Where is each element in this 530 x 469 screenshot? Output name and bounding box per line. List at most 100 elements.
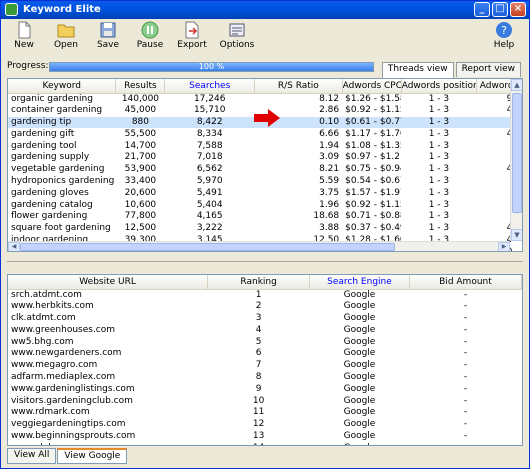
minimize-button[interactable]: _ [474,2,490,17]
keyword-row[interactable]: gardening supply 21,700 7,018 3.09 $0.97 - $… [8,152,522,164]
tab-threads-view[interactable]: Threads view [381,62,454,78]
help-button[interactable]: ? Help [489,19,519,55]
url-row[interactable]: www.beginningsprouts.com 13 Google - [8,431,522,443]
scroll-right-arrow[interactable]: ▶ [498,242,510,251]
url-cell: www.clubmom.com [8,442,208,445]
close-button[interactable]: × [510,2,526,17]
url-cell: Google [343,430,376,441]
col-keyword[interactable]: Keyword [8,79,117,94]
url-row[interactable]: www.newgardeners.com 6 Google - [8,348,522,360]
url-cell: 6 [255,348,262,359]
maximize-button[interactable]: □ [492,2,508,17]
floppy-icon [100,22,116,38]
panel-splitter[interactable] [7,261,523,265]
col-search-engine[interactable]: Search Engine [309,275,410,290]
scroll-thumb[interactable] [512,93,522,213]
url-cell: clk.atdmt.com [11,312,76,323]
url-row[interactable]: srch.atdmt.com 1 Google - [8,289,522,301]
options-icon [229,23,245,37]
keyword-row[interactable]: vegetable gardening 53,900 6,562 8.21 $0.75 … [8,164,522,176]
keyword-cell: 55,500 [124,128,157,139]
url-cell: www.beginningsprouts.com [11,430,136,441]
keyword-cell: 5,970 [196,175,223,186]
keyword-cell: $0.71 - $0.88 [345,211,402,222]
keyword-cell: hydroponics gardening [11,175,115,186]
keyword-row[interactable]: gardening tool 14,700 7,588 1.94 $1.08 - $1.… [8,140,522,152]
url-cell: Google [343,348,376,359]
col-searches[interactable]: Searches [164,79,256,94]
url-cell: srch.atdmt.com [11,289,82,300]
url-cell: ww5.bhg.com [11,336,74,347]
keyword-cell: vegetable gardening [11,164,105,175]
keyword-cell: 15,710 [193,105,226,116]
save-button[interactable]: Save [89,19,127,55]
url-cell: - [463,289,468,300]
url-cell: Google [343,360,376,371]
col-website-url[interactable]: Website URL [8,275,209,290]
url-row[interactable]: www.clubmom.com14Google- [8,442,522,445]
folder-icon [57,24,75,38]
col-bid-amount[interactable]: Bid Amount [409,275,522,290]
keyword-cell: gardening catalog [11,199,93,210]
tab-report-view[interactable]: Report view [455,62,521,77]
url-row[interactable]: adfarm.mediaplex.com 8 Google - [8,372,522,384]
url-row[interactable]: ww5.bhg.com 5 Google - [8,336,522,348]
col-adwords-position[interactable]: Adwords position [401,79,478,94]
keyword-row[interactable]: gardening catalog 10,600 5,404 1.96 $0.92 - … [8,199,522,211]
url-row[interactable]: visitors.gardeningclub.com 10 Google - [8,395,522,407]
keyword-cell: 5,404 [196,199,223,210]
red-arrow-icon [254,109,280,127]
keyword-cell: flower gardening [11,211,88,222]
keyword-cell: 1 - 3 [428,164,450,175]
url-row[interactable]: www.herbkits.com 2 Google - [8,301,522,313]
url-row[interactable]: clk.atdmt.com 3 Google - [8,313,522,325]
col-results[interactable]: Results [115,79,166,94]
keyword-row[interactable]: square foot gardening 12,500 3,222 3.88 $0.3… [8,223,522,235]
pause-button[interactable]: Pause [131,19,169,55]
url-cell: 7 [255,360,262,371]
url-cell: - [463,301,468,312]
url-cell: - [463,336,468,347]
export-button[interactable]: Export [173,19,211,55]
keywords-hscroll[interactable]: ◀ ▶ [8,241,510,251]
progress-fill: 100 % [50,63,373,71]
url-row[interactable]: www.greenhouses.com 4 Google - [8,324,522,336]
options-button[interactable]: Options [215,19,259,55]
col-adwords-cpc[interactable]: Adwords CPC [342,79,402,94]
new-button[interactable]: New [5,19,43,55]
url-row[interactable]: www.megagro.com 7 Google - [8,360,522,372]
url-row[interactable]: www.gardeninglistings.com 9 Google - [8,383,522,395]
scroll-left-arrow[interactable]: ◀ [8,242,20,251]
keyword-row[interactable]: gardening gift 55,500 8,334 6.66 $1.17 - $1.… [8,128,522,140]
keyword-cell: gardening tool [11,140,77,151]
title-bar: Keyword Elite _ □ × [1,1,529,19]
keyword-row[interactable]: gardening gloves 20,600 5,491 3.75 $1.57 - $… [8,187,522,199]
url-cell: www.greenhouses.com [11,324,116,335]
new-file-icon [18,21,31,39]
keywords-vscroll[interactable]: ▲ ▼ [510,79,522,241]
url-cell: Google [343,289,376,300]
url-cell: 11 [252,407,265,418]
scroll-up-arrow[interactable]: ▲ [511,79,522,91]
view-all-button[interactable]: View All [7,448,57,464]
keyword-cell: 4,165 [196,211,223,222]
col-rs-ratio[interactable]: R/S Ratio [254,79,343,94]
keyword-row[interactable]: hydroponics gardening 33,400 5,970 5.59 $0.5… [8,176,522,188]
progress-label: Progress: [7,61,49,71]
keyword-cell: 1 - 3 [401,116,477,129]
col-ranking[interactable]: Ranking [207,275,311,290]
url-cell: 8 [255,371,262,382]
keyword-row[interactable]: flower gardening 77,800 4,165 18.68 $0.71 - … [8,211,522,223]
keyword-cell: 3.09 [319,152,340,163]
keyword-cell: organic gardening [11,93,93,104]
keyword-row[interactable]: organic gardening 140,000 17,246 8.12 $1.26 … [8,93,522,105]
keyword-cell: 5.59 [319,175,340,186]
scroll-down-arrow[interactable]: ▼ [511,229,522,241]
urls-table-panel: Website URL Ranking Search Engine Bid Am… [7,274,523,446]
keyword-cell: 3.88 [319,223,340,234]
url-row[interactable]: veggiegardeningtips.com 12 Google - [8,419,522,431]
hscroll-thumb[interactable] [20,243,395,251]
open-button[interactable]: Open [47,19,85,55]
url-row[interactable]: www.rdmark.com 11 Google - [8,407,522,419]
view-google-button[interactable]: View Google [57,448,128,464]
